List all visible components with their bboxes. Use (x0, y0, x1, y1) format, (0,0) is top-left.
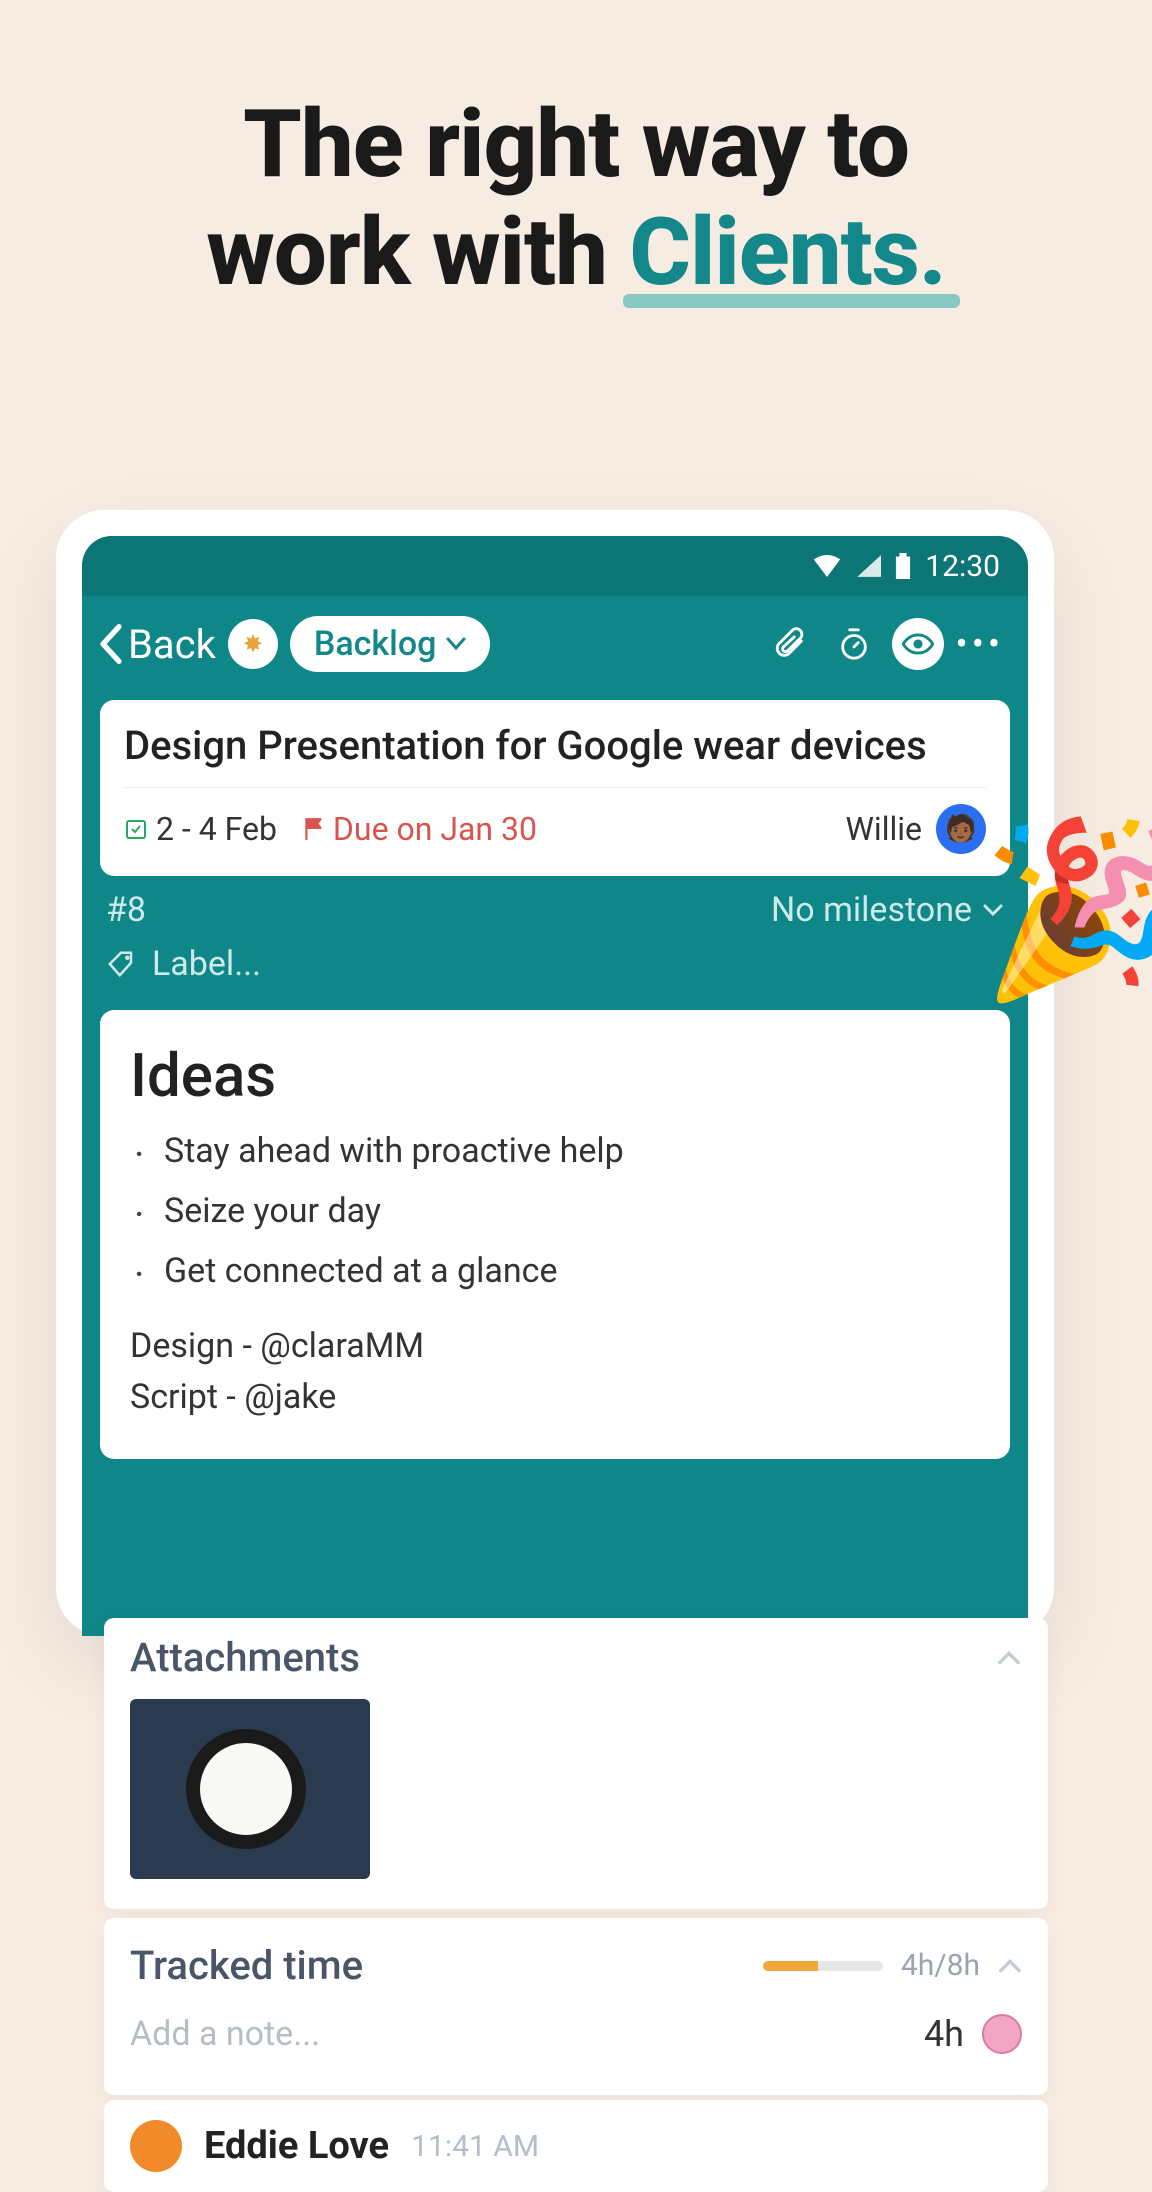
back-label: Back (128, 621, 216, 668)
label-input[interactable]: Label... (82, 930, 1028, 1004)
headline-line2-prefix: work with (206, 197, 629, 307)
battery-icon (895, 553, 911, 579)
comment-time: 11:41 AM (411, 2129, 539, 2164)
calendar-icon (124, 817, 148, 841)
collapse-button[interactable] (998, 1958, 1022, 1974)
credit-design: Design - @claraMM (130, 1321, 980, 1372)
tracked-ratio: 4h/8h (901, 1948, 980, 1983)
note-avatar (982, 2014, 1022, 2054)
chevron-down-icon (982, 903, 1004, 917)
status-dropdown-label: Backlog (314, 624, 437, 664)
attachment-button[interactable] (764, 618, 816, 670)
attachment-thumbnail[interactable] (130, 1699, 370, 1879)
list-item: Seize your day (164, 1191, 980, 1231)
headline-line1: The right way to (243, 89, 909, 199)
wifi-icon (813, 555, 841, 577)
assignee-name: Willie (846, 810, 922, 848)
description-heading: Ideas (130, 1040, 980, 1111)
attachments-section: Attachments (104, 1618, 1048, 1909)
list-item: Get connected at a glance (164, 1251, 980, 1291)
chevron-up-icon (998, 1958, 1022, 1974)
label-placeholder: Label... (152, 944, 261, 984)
collapse-button[interactable] (996, 1650, 1022, 1666)
chevron-down-icon (446, 637, 466, 651)
ideas-list: Stay ahead with proactive help Seize you… (130, 1131, 980, 1291)
eye-icon (901, 632, 935, 656)
status-dropdown[interactable]: Backlog (290, 616, 491, 672)
status-bar: 12:30 (82, 536, 1028, 596)
chevron-left-icon (96, 624, 126, 664)
card-number: #8 (106, 890, 146, 930)
comment-avatar (130, 2120, 182, 2172)
timer-button[interactable] (828, 618, 880, 670)
chevron-up-icon (996, 1650, 1022, 1666)
due-chip[interactable]: Due on Jan 30 (303, 810, 537, 848)
back-button[interactable]: Back (96, 621, 216, 668)
statusbar-time: 12:30 (925, 549, 1000, 584)
credit-script: Script - @jake (130, 1372, 980, 1423)
divider (124, 787, 986, 788)
paperclip-icon (773, 627, 807, 661)
task-title-card: Design Presentation for Google wear devi… (100, 700, 1010, 876)
tracked-time-heading: Tracked time (130, 1942, 363, 1989)
comment-row[interactable]: Eddie Love 11:41 AM (104, 2100, 1048, 2192)
more-button[interactable]: ••• (956, 623, 1004, 665)
flag-icon (303, 816, 325, 842)
marketing-headline: The right way to work with Clients. (0, 90, 1152, 306)
milestone-dropdown[interactable]: No milestone (771, 890, 1004, 930)
assignee-avatar: 🧑🏾 (936, 804, 986, 854)
description-card[interactable]: Ideas Stay ahead with proactive help Sei… (100, 1010, 1010, 1459)
date-range-chip[interactable]: 2 - 4 Feb (124, 810, 277, 848)
phone-screen: 12:30 Back ✸ Backlog (82, 536, 1028, 1636)
phone-frame: 12:30 Back ✸ Backlog (56, 510, 1054, 1636)
headline-accent: Clients. (629, 198, 945, 306)
attachments-heading: Attachments (130, 1634, 360, 1681)
note-duration: 4h (924, 2013, 964, 2055)
gear-icon: ✸ (243, 630, 263, 658)
cellular-icon (855, 555, 881, 577)
note-input[interactable]: Add a note... (130, 2014, 320, 2054)
tracked-time-section: Tracked time 4h/8h Add a note... 4h (104, 1918, 1048, 2095)
progress-bar (763, 1961, 883, 1971)
dots-icon: ••• (956, 623, 1004, 665)
stopwatch-icon (837, 627, 871, 661)
description-credits: Design - @claraMM Script - @jake (130, 1321, 980, 1423)
due-text: Due on Jan 30 (333, 810, 537, 848)
task-title[interactable]: Design Presentation for Google wear devi… (124, 722, 986, 769)
assignee-chip[interactable]: Willie 🧑🏾 (846, 804, 986, 854)
date-range-text: 2 - 4 Feb (156, 810, 277, 848)
milestone-label: No milestone (771, 890, 972, 930)
tag-icon (106, 949, 136, 979)
settings-button[interactable]: ✸ (228, 619, 278, 669)
comment-author: Eddie Love (204, 2124, 389, 2168)
visibility-button[interactable] (892, 618, 944, 670)
app-bar: Back ✸ Backlog ••• (82, 596, 1028, 700)
list-item: Stay ahead with proactive help (164, 1131, 980, 1171)
watch-image (186, 1729, 306, 1849)
